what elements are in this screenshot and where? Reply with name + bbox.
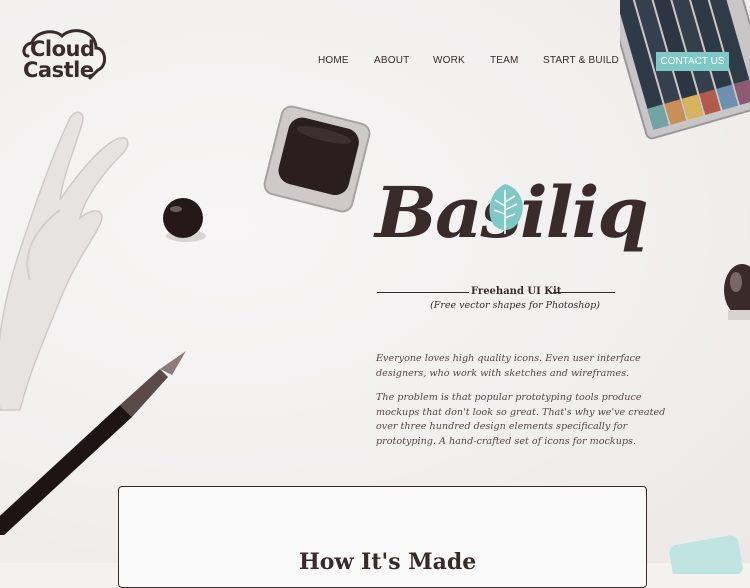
nav-team[interactable]: TEAM (490, 55, 519, 66)
leaf-icon (489, 184, 523, 234)
ink-bottle-decoration (724, 264, 750, 320)
intro-paragraph: Everyone loves high quality icons. Even … (376, 353, 641, 379)
pencil-tin-decoration (620, 0, 750, 140)
logo[interactable]: Cloud Castle (20, 26, 110, 82)
divider-right (553, 292, 615, 293)
nav-work[interactable]: WORK (433, 55, 465, 66)
nav-about[interactable]: ABOUT (374, 55, 409, 66)
nav-home[interactable]: HOME (318, 55, 349, 66)
how-its-made-panel: How It's Made (118, 486, 647, 588)
brand-subtitle: Freehand UI Kit (471, 286, 562, 297)
intro-copy: Everyone loves high quality icons. Even … (376, 352, 666, 460)
nav-start-build[interactable]: START & BUILD (543, 55, 619, 66)
jar-decoration (669, 535, 743, 574)
divider-left (377, 292, 469, 293)
brand-tagline: (Free vector shapes for Photoshop) (430, 300, 600, 311)
section-heading: How It's Made (299, 549, 477, 575)
ink-pot-decoration (163, 198, 206, 242)
logo-text-line2: Castle (23, 58, 94, 82)
intro-paragraph: The problem is that popular prototyping … (376, 392, 666, 447)
contact-us-button[interactable]: CONTACT US (656, 52, 729, 71)
inkwell-decoration (263, 105, 371, 213)
hero-brand: Basiliq Freehand UI Kit (Free vector sha… (375, 178, 650, 318)
